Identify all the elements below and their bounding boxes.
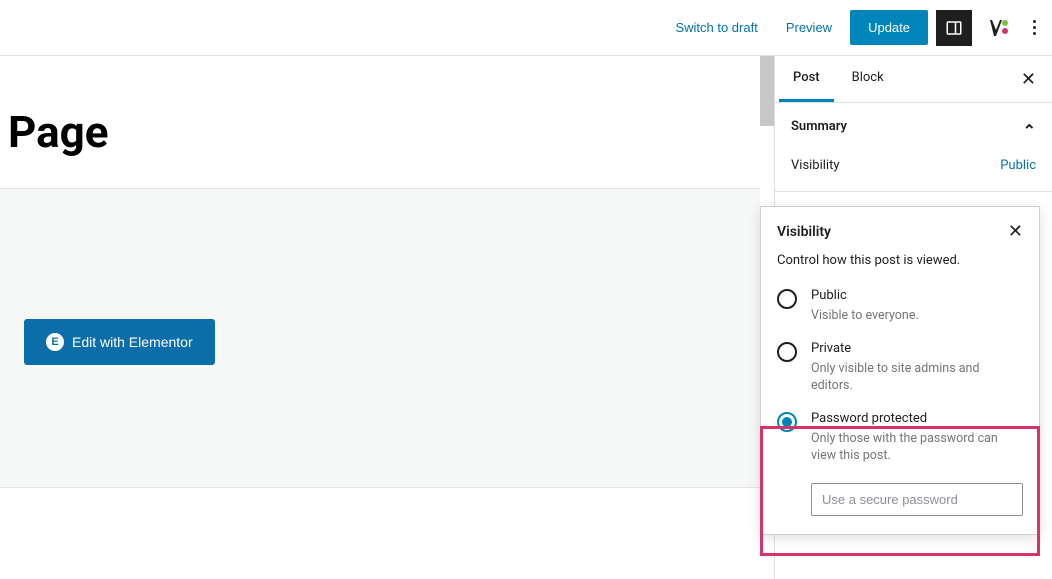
elementor-icon: E — [46, 333, 64, 351]
editor-canvas: Page E Edit with Elementor — [0, 56, 760, 579]
visibility-option-label: Public — [811, 288, 1023, 303]
visibility-option-label: Password protected — [811, 411, 1023, 426]
visibility-row: Visibility Public — [775, 150, 1052, 191]
content-block-area[interactable]: E Edit with Elementor — [0, 188, 760, 488]
visibility-popover: Visibility ✕ Control how this post is vi… — [760, 206, 1040, 535]
preview-button[interactable]: Preview — [776, 12, 842, 43]
switch-to-draft-button[interactable]: Switch to draft — [665, 12, 767, 43]
visibility-option-password[interactable]: Password protected Only those with the p… — [777, 403, 1023, 473]
update-button[interactable]: Update — [850, 10, 928, 45]
visibility-value-button[interactable]: Public — [1000, 158, 1036, 173]
editor-top-bar: Switch to draft Preview Update — [0, 0, 1052, 56]
tab-post[interactable]: Post — [779, 56, 834, 102]
edit-with-elementor-button[interactable]: E Edit with Elementor — [24, 319, 215, 365]
visibility-option-public[interactable]: Public Visible to everyone. — [777, 280, 1023, 333]
visibility-help-text: Control how this post is viewed. — [777, 253, 1023, 268]
radio-icon — [777, 412, 797, 432]
visibility-label: Visibility — [791, 158, 840, 173]
radio-icon — [777, 289, 797, 309]
sidebar-tabs: Post Block ✕ — [775, 56, 1052, 103]
tab-block[interactable]: Block — [838, 56, 898, 102]
radio-icon — [777, 342, 797, 362]
visibility-option-desc: Only visible to site admins and editors. — [811, 360, 1023, 395]
close-sidebar-button[interactable]: ✕ — [1013, 61, 1044, 98]
visibility-option-desc: Only those with the password can view th… — [811, 430, 1023, 465]
visibility-popover-close[interactable]: ✕ — [1008, 223, 1023, 241]
summary-title: Summary — [791, 119, 847, 134]
visibility-option-desc: Visible to everyone. — [811, 307, 1023, 325]
yoast-button[interactable] — [980, 10, 1016, 46]
page-title[interactable]: Page — [0, 56, 760, 188]
settings-panel-toggle[interactable] — [936, 10, 972, 46]
chevron-up-icon — [1023, 117, 1036, 136]
canvas-scrollbar[interactable] — [760, 56, 774, 126]
summary-panel-toggle[interactable]: Summary — [775, 103, 1052, 150]
visibility-popover-title: Visibility — [777, 224, 831, 240]
elementor-button-label: Edit with Elementor — [72, 334, 193, 350]
options-menu-button[interactable] — [1024, 12, 1044, 43]
sidebar-panel-icon — [945, 19, 963, 37]
password-input[interactable] — [811, 483, 1023, 516]
summary-panel: Summary Visibility Public — [775, 103, 1052, 192]
yoast-icon — [986, 16, 1010, 40]
visibility-option-private[interactable]: Private Only visible to site admins and … — [777, 333, 1023, 403]
visibility-option-label: Private — [811, 341, 1023, 356]
